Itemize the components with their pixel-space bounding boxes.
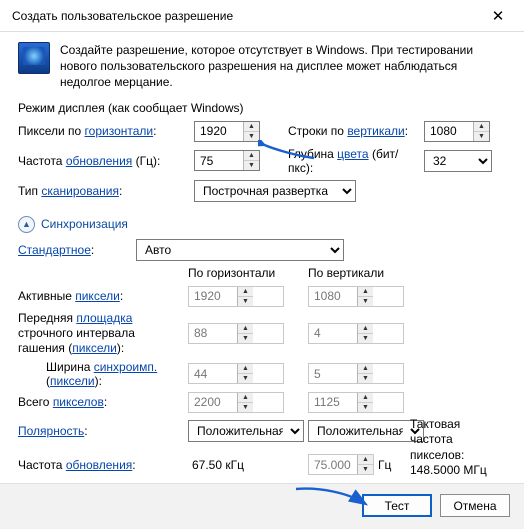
dialog-footer: Тест Отмена: [0, 483, 524, 529]
scan-select[interactable]: Построчная развертка: [194, 180, 356, 202]
depth-link[interactable]: цвета: [337, 147, 368, 161]
pixclk-value: 148.5000 МГц: [410, 463, 487, 477]
syncw-h-input[interactable]: ▲▼: [188, 363, 284, 384]
hpx-field[interactable]: [195, 122, 243, 141]
col-h-header: По горизонтали: [188, 266, 284, 282]
active-h-input[interactable]: ▲▼: [188, 286, 284, 307]
hpx-input[interactable]: ▲▼: [194, 121, 260, 142]
refresh-label: Частота обновления (Гц):: [18, 154, 186, 168]
vlines-field[interactable]: [425, 122, 473, 141]
sync-header: ▲ Синхронизация: [18, 216, 506, 233]
total-v-input[interactable]: ▲▼: [308, 392, 404, 413]
syncw-label: Ширина синхроимп. (пиксели):: [18, 360, 188, 388]
active-label: Активные пиксели:: [18, 289, 188, 303]
sync-refresh-h: 67.50 кГц: [188, 458, 284, 472]
sync-grid: По горизонтали По вертикали Активные пик…: [18, 266, 506, 501]
sync-refresh-label: Частота обновления:: [18, 458, 188, 472]
fporch-label: Передняя площадка строчного интервала га…: [18, 311, 188, 356]
refresh-up[interactable]: ▲: [244, 151, 259, 161]
refresh-down[interactable]: ▼: [244, 161, 259, 170]
col-v-header: По вертикали: [308, 266, 404, 282]
cancel-button[interactable]: Отмена: [440, 494, 510, 517]
polarity-label: Полярность:: [18, 424, 188, 438]
close-button[interactable]: ✕: [476, 1, 520, 31]
vlines-link[interactable]: вертикали: [347, 124, 404, 138]
vlines-up[interactable]: ▲: [474, 122, 489, 132]
hpx-link[interactable]: горизонтали: [85, 124, 154, 138]
fporch-v-input[interactable]: ▲▼: [308, 323, 404, 344]
refresh-input[interactable]: ▲▼: [194, 150, 260, 171]
total-h-input[interactable]: ▲▼: [188, 392, 284, 413]
active-v-input[interactable]: ▲▼: [308, 286, 404, 307]
scan-label: Тип сканирования:: [18, 184, 186, 198]
depth-select[interactable]: 32: [424, 150, 492, 172]
close-icon: ✕: [492, 7, 505, 25]
total-label: Всего пикселов:: [18, 395, 188, 409]
window-title: Создать пользовательское разрешение: [12, 9, 476, 23]
dialog-body: Создайте разрешение, которое отсутствует…: [0, 32, 524, 511]
polarity-h-select[interactable]: Положительная: [188, 420, 304, 442]
vlines-label: Строки по вертикали:: [288, 124, 416, 138]
monitor-icon: [18, 42, 50, 74]
standard-link[interactable]: Стандартное: [18, 243, 91, 257]
collapse-button[interactable]: ▲: [18, 216, 35, 233]
pixclk-block: Тактовая частота пикселов: 148.5000 МГц: [404, 417, 506, 479]
standard-row: Стандартное: Авто: [18, 239, 506, 261]
syncw-v-input[interactable]: ▲▼: [308, 363, 404, 384]
standard-label: Стандартное:: [18, 243, 128, 257]
intro-text: Создайте разрешение, которое отсутствует…: [60, 42, 506, 91]
hpx-label: Пиксели по горизонтали:: [18, 124, 186, 138]
sync-title: Синхронизация: [41, 217, 128, 231]
hpx-row: Пиксели по горизонтали: ▲▼ Строки по вер…: [18, 121, 506, 142]
standard-select[interactable]: Авто: [136, 239, 344, 261]
vlines-down[interactable]: ▼: [474, 132, 489, 141]
hpx-up[interactable]: ▲: [244, 122, 259, 132]
vlines-input[interactable]: ▲▼: [424, 121, 490, 142]
refresh-link[interactable]: обновления: [66, 154, 132, 168]
sync-refresh-v-input[interactable]: ▲▼: [308, 454, 374, 475]
refresh-field[interactable]: [195, 151, 243, 170]
intro-row: Создайте разрешение, которое отсутствует…: [18, 42, 506, 91]
hpx-down[interactable]: ▼: [244, 132, 259, 141]
sync-refresh-unit: Гц: [378, 458, 391, 472]
fporch-h-input[interactable]: ▲▼: [188, 323, 284, 344]
title-bar: Создать пользовательское разрешение ✕: [0, 0, 524, 32]
display-mode-label: Режим дисплея (как сообщает Windows): [18, 101, 506, 115]
refresh-row: Частота обновления (Гц): ▲▼ Глубина цвет…: [18, 147, 506, 175]
scan-row: Тип сканирования: Построчная развертка: [18, 180, 506, 202]
test-button[interactable]: Тест: [362, 494, 432, 517]
scan-link[interactable]: сканирования: [41, 184, 119, 198]
sync-section: Стандартное: Авто По горизонтали По верт…: [18, 239, 506, 501]
depth-label: Глубина цвета (бит/пкс):: [288, 147, 416, 175]
